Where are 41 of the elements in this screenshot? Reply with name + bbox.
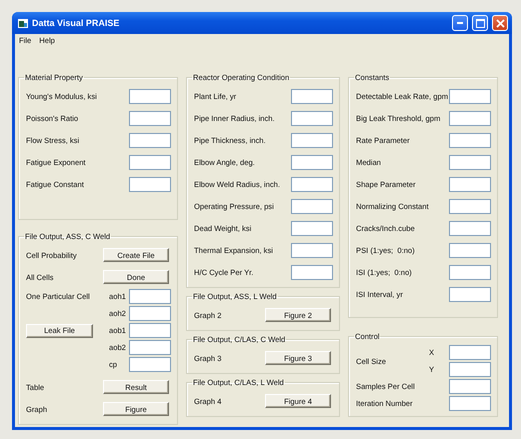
minimize-button[interactable] bbox=[452, 15, 468, 31]
text-field[interactable] bbox=[129, 323, 171, 338]
text-field[interactable] bbox=[129, 110, 171, 126]
text-field[interactable] bbox=[291, 176, 333, 192]
text-field[interactable] bbox=[129, 154, 171, 170]
text-field[interactable] bbox=[129, 289, 171, 304]
text-field[interactable] bbox=[291, 110, 333, 126]
text-field[interactable] bbox=[449, 345, 491, 360]
text-field[interactable] bbox=[449, 242, 491, 258]
text-field[interactable] bbox=[449, 379, 491, 394]
text-field[interactable] bbox=[291, 132, 333, 148]
text-field[interactable] bbox=[129, 340, 171, 355]
text-field[interactable] bbox=[129, 357, 171, 372]
text-field[interactable] bbox=[449, 132, 491, 148]
text-field[interactable] bbox=[449, 286, 491, 302]
text-field[interactable] bbox=[449, 176, 491, 192]
text-field[interactable] bbox=[449, 264, 491, 280]
maximize-button[interactable] bbox=[472, 15, 488, 31]
text-field[interactable] bbox=[449, 88, 491, 104]
text-field[interactable] bbox=[129, 306, 171, 321]
text-field[interactable] bbox=[449, 220, 491, 236]
text-field[interactable] bbox=[291, 264, 333, 280]
app-icon bbox=[18, 18, 28, 28]
maximize-icon bbox=[476, 18, 484, 28]
minimize-icon bbox=[457, 22, 463, 24]
text-field[interactable] bbox=[129, 88, 171, 104]
text-field[interactable] bbox=[291, 242, 333, 258]
text-field[interactable] bbox=[449, 110, 491, 126]
window-title: Datta Visual PRAISE bbox=[32, 18, 120, 28]
close-icon bbox=[496, 18, 504, 28]
text-field[interactable] bbox=[291, 220, 333, 236]
close-button[interactable] bbox=[492, 15, 508, 31]
text-field[interactable] bbox=[449, 362, 491, 377]
text-field[interactable] bbox=[449, 396, 491, 411]
text-field[interactable] bbox=[291, 198, 333, 214]
text-field[interactable] bbox=[449, 154, 491, 170]
text-field[interactable] bbox=[291, 154, 333, 170]
text-field[interactable] bbox=[449, 198, 491, 214]
text-field[interactable] bbox=[129, 176, 171, 192]
text-field[interactable] bbox=[129, 132, 171, 148]
text-field[interactable] bbox=[291, 88, 333, 104]
